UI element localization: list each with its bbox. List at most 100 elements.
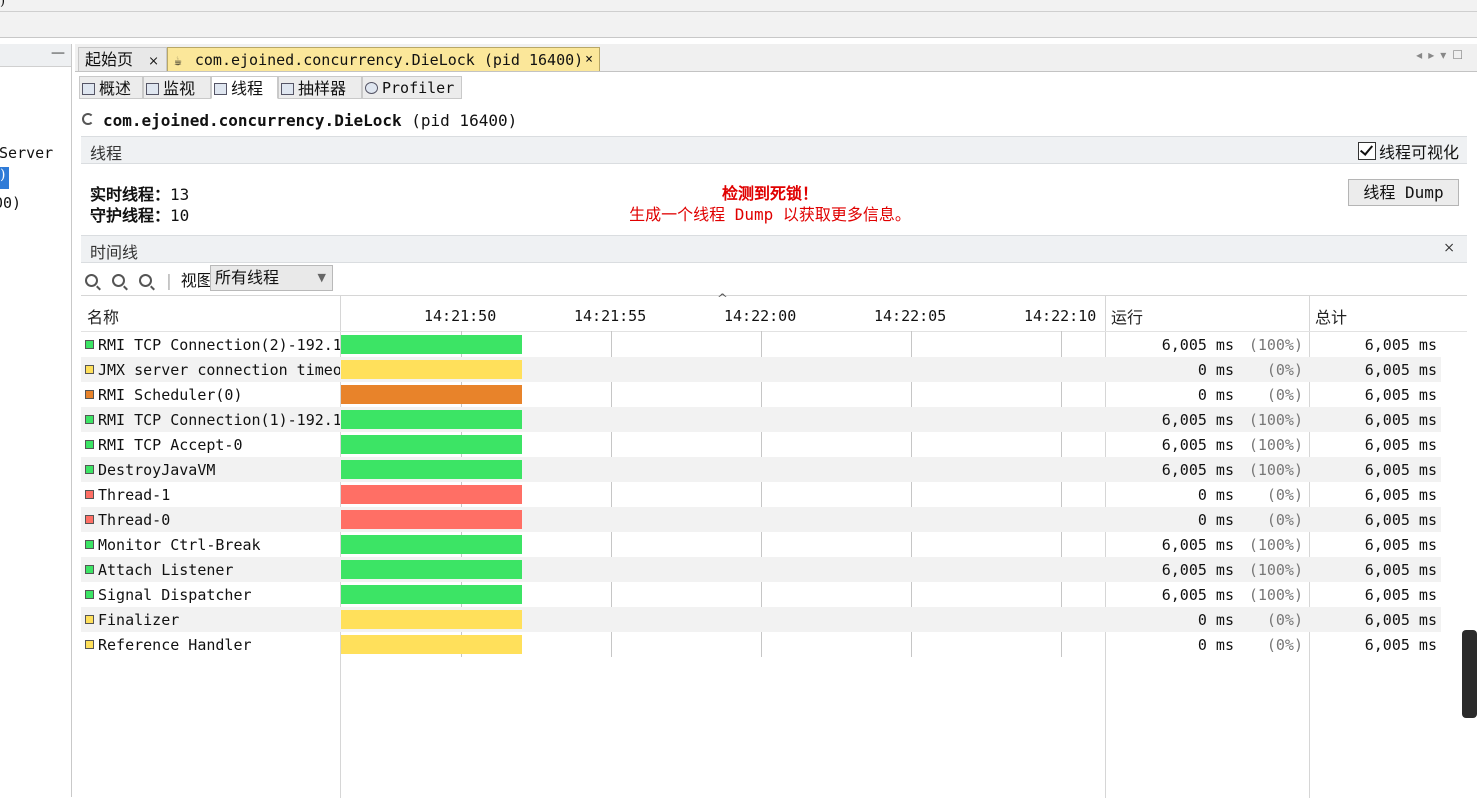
thread-run-percent: (0%) (1266, 361, 1303, 379)
table-row[interactable]: Thread-0 0 ms (0%) 6,005 ms (81, 507, 1441, 532)
tab-threads[interactable]: 线程 (211, 76, 278, 99)
threads-visualization-label: 线程可视化 (1378, 143, 1459, 162)
table-row[interactable]: RMI Scheduler(0) 0 ms (0%) 6,005 ms (81, 382, 1441, 407)
checkbox-checked-icon[interactable] (1357, 142, 1376, 160)
thread-run-time: 6,005 ms (1161, 561, 1234, 579)
thread-total-time: 6,005 ms (1364, 386, 1437, 404)
table-row[interactable]: Attach Listener 6,005 ms (100%) 6,005 ms (81, 557, 1441, 582)
tab-navigation-icons[interactable]: ◂▸▾☐ (1416, 48, 1469, 62)
time-tick: 14:22:05 (874, 307, 947, 325)
table-row[interactable]: JMX server connection timeout 16 0 ms (0%)… (81, 357, 1441, 382)
thread-state-icon (85, 390, 94, 399)
toolbar-separator: | (166, 271, 172, 290)
thread-timeline-bar (341, 585, 522, 604)
thread-run-percent: (100%) (1248, 436, 1303, 454)
thread-total-time: 6,005 ms (1364, 436, 1437, 454)
table-row[interactable]: DestroyJavaVM 6,005 ms (100%) 6,005 ms (81, 457, 1441, 482)
table-row[interactable]: Reference Handler 0 ms (0%) 6,005 ms (81, 632, 1441, 657)
tab-overview[interactable]: 概述 (79, 76, 143, 99)
tree-node-selected[interactable]: ) (0, 167, 9, 189)
table-row[interactable]: RMI TCP Accept-0 6,005 ms (100%) 6,005 ms (81, 432, 1441, 457)
daemon-threads-label: 守护线程： (90, 206, 171, 225)
thread-run-time: 0 ms (1197, 386, 1234, 404)
thread-run-percent: (100%) (1248, 411, 1303, 429)
time-tick: 14:22:00 (724, 307, 797, 325)
thread-name: Monitor Ctrl-Break (98, 536, 261, 554)
tab-start-page-label: 起始页 (85, 50, 134, 69)
java-cup-icon: ☕ (174, 54, 182, 69)
chevron-down-icon: ▼ (317, 271, 326, 284)
threads-visualization-checkbox[interactable]: 线程可视化 (1357, 139, 1459, 163)
sampler-icon (281, 83, 294, 95)
thread-name: Thread-1 (98, 486, 171, 504)
loading-spinner-icon (82, 113, 94, 125)
thread-total-time: 6,005 ms (1364, 511, 1437, 529)
thread-name: RMI TCP Connection(1)-192.168.1.8 (98, 411, 340, 429)
tab-overview-label: 概述 (99, 79, 132, 98)
thread-total-time: 6,005 ms (1364, 411, 1437, 429)
editor-tab-bar: 起始页 × ☕ com.ejoined.concurrency.DieLock … (75, 44, 1477, 72)
table-row[interactable]: RMI TCP Connection(1)-192.168.1.8 6,005 m… (81, 407, 1441, 432)
thread-timeline-bar (341, 410, 522, 429)
threads-section-title: 线程 (90, 144, 123, 163)
thread-total-time: 6,005 ms (1364, 336, 1437, 354)
column-header-run[interactable]: 运行 (1111, 304, 1143, 328)
tab-profiler-label: Profiler (382, 79, 455, 97)
table-row[interactable]: RMI TCP Connection(2)-192.168.1.8 6,005 m… (81, 332, 1441, 357)
timeline-section-title: 时间线 (90, 243, 139, 262)
threads-section-header: 线程 线程可视化 (81, 136, 1467, 164)
zoom-out-icon[interactable] (112, 274, 126, 287)
zoom-fit-icon[interactable] (139, 274, 153, 287)
thread-total-time: 6,005 ms (1364, 486, 1437, 504)
tab-sampler[interactable]: 抽样器 (278, 76, 362, 99)
thread-timeline-bar (341, 560, 522, 579)
minimize-icon[interactable]: — (51, 45, 65, 61)
tab-dielock[interactable]: ☕ com.ejoined.concurrency.DieLock (pid 1… (167, 47, 600, 71)
thread-run-percent: (0%) (1266, 486, 1303, 504)
column-header-name[interactable]: 名称 (87, 304, 119, 328)
timeline-close-icon[interactable]: × (1443, 240, 1455, 256)
thread-run-time: 6,005 ms (1161, 436, 1234, 454)
thread-name: Signal Dispatcher (98, 586, 252, 604)
thread-timeline-bar (341, 460, 522, 479)
tab-profiler[interactable]: Profiler (362, 76, 462, 99)
table-row[interactable]: Monitor Ctrl-Break 6,005 ms (100%) 6,005 ms (81, 532, 1441, 557)
tree-node-jmx-server[interactable]: nServer (0, 144, 53, 162)
table-row[interactable]: Thread-1 0 ms (0%) 6,005 ms (81, 482, 1441, 507)
monitor-icon (146, 83, 159, 95)
thread-dump-button[interactable]: 线程 Dump (1348, 179, 1459, 206)
tab-start-page[interactable]: 起始页 × (78, 47, 167, 71)
tab-close-icon[interactable]: × (585, 48, 593, 72)
thread-run-time: 0 ms (1197, 361, 1234, 379)
thread-timeline-bar (341, 535, 522, 554)
tab-threads-label: 线程 (231, 79, 264, 98)
time-marker-icon[interactable]: ^ (717, 292, 728, 307)
tab-start-close-icon[interactable]: × (148, 54, 159, 69)
thread-state-icon (85, 340, 94, 349)
thread-timeline-bar (341, 360, 522, 379)
thread-state-icon (85, 565, 94, 574)
thread-run-time: 0 ms (1197, 486, 1234, 504)
thread-name: Thread-0 (98, 511, 171, 529)
view-select[interactable]: 所有线程 ▼ (210, 265, 333, 291)
thread-run-time: 0 ms (1197, 511, 1234, 529)
time-tick: 14:22:10 (1024, 307, 1097, 325)
thread-timeline-bar (341, 610, 522, 629)
tree-node-pid[interactable]: 00) (0, 194, 21, 212)
app-pid: (pid 16400) (411, 111, 518, 130)
threads-table: 名称 运行 总计 ▼ 14:21:50 14:21:55 14:22:00 14… (81, 292, 1467, 798)
threads-icon (214, 83, 227, 95)
zoom-in-icon[interactable] (85, 274, 98, 287)
thread-state-icon (85, 440, 94, 449)
table-row[interactable]: Finalizer 0 ms (0%) 6,005 ms (81, 607, 1441, 632)
tab-monitor[interactable]: 监视 (143, 76, 211, 99)
column-header-total[interactable]: 总计 (1315, 304, 1347, 328)
thread-state-icon (85, 515, 94, 524)
memory-indicator-widget (1462, 630, 1477, 718)
overview-icon (82, 83, 95, 95)
thread-run-time: 6,005 ms (1161, 461, 1234, 479)
deadlock-alert-message: 生成一个线程 Dump 以获取更多信息。 (629, 205, 911, 224)
tab-dielock-label: com.ejoined.concurrency.DieLock (pid 164… (194, 51, 584, 69)
thread-total-time: 6,005 ms (1364, 361, 1437, 379)
table-row[interactable]: Signal Dispatcher 6,005 ms (100%) 6,005 ms (81, 582, 1441, 607)
